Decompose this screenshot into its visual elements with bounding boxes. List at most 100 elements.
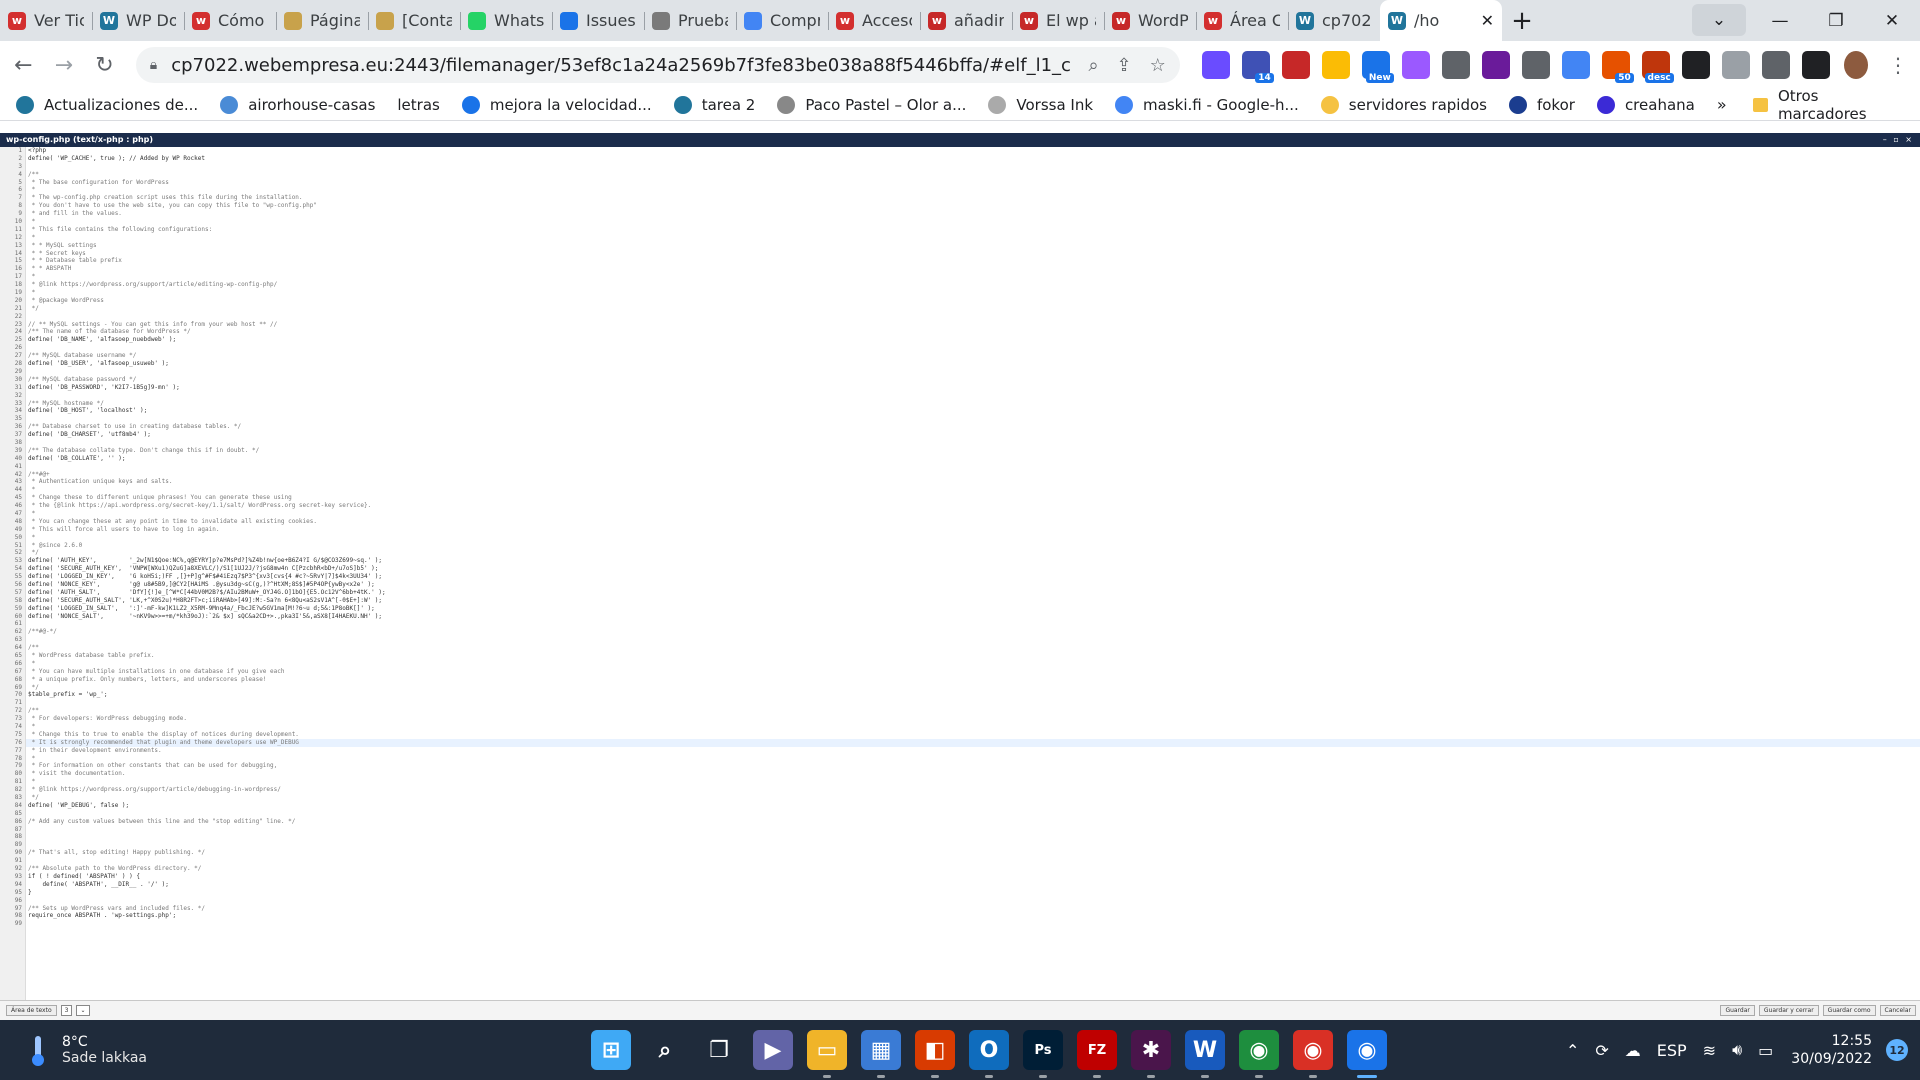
code-line[interactable]: 56 define( 'NONCE_KEY', 'g@ u8#5B9,]@CY2[… [15,581,1920,589]
tab-14[interactable]: Wcp7022 [1288,0,1380,41]
tab-6[interactable]: Issues [552,0,644,41]
code-line[interactable]: 46 * the {@link https://api.wordpress.or… [15,502,1920,510]
code-line[interactable]: 54 define( 'SECURE_AUTH_KEY', 'VNPW[WXu1)… [15,565,1920,573]
code-line[interactable]: 33 /** MySQL hostname */ [15,400,1920,408]
new-tab-button[interactable]: + [1502,0,1542,41]
document-icon[interactable] [1441,51,1470,79]
code-line[interactable]: 84 define( 'WP_DEBUG', false ); [15,802,1920,810]
profile-avatar[interactable] [1843,51,1868,79]
code-line[interactable]: 70 $table_prefix = 'wp_'; [15,691,1920,699]
restore-button[interactable]: ❐ [1808,0,1864,41]
editor-guardar-y-cerrar-button[interactable]: Guardar y cerrar [1758,1005,1819,1016]
code-line[interactable]: 66 * [15,660,1920,668]
text-area-mode-button[interactable]: Área de texto [6,1005,57,1016]
tab-2[interactable]: w Cómo a [184,0,276,41]
minimize-button[interactable]: — [1752,0,1808,41]
pen-icon[interactable] [1321,51,1350,79]
url-text[interactable]: cp7022.webempresa.eu:2443/filemanager/53… [171,55,1070,76]
code-line[interactable]: 48 * You can change these at any point i… [15,518,1920,526]
camera-icon[interactable] [1721,51,1750,79]
wand-icon[interactable] [1521,51,1550,79]
bookmark-item[interactable]: letras [397,96,439,114]
notification-badge[interactable]: 12 [1886,1039,1908,1061]
code-line[interactable]: 60 define( 'NONCE_SALT', '~nKV9w>>=+m/*kh… [15,613,1920,621]
tab-13[interactable]: w Área C [1196,0,1288,41]
code-line[interactable]: 67 * You can have multiple installations… [15,668,1920,676]
code-line[interactable]: 57 define( 'AUTH_SALT', 'DfY]{!]e_[^W*C[4… [15,589,1920,597]
sync-icon[interactable]: ⟳ [1595,1041,1608,1060]
code-line[interactable]: 99 [15,920,1920,928]
code-line[interactable]: 18 * @link https://wordpress.org/support… [15,281,1920,289]
code-line[interactable]: 17 * [15,273,1920,281]
seo-icon[interactable] [1281,51,1310,79]
code-line[interactable]: 91 [15,857,1920,865]
tab-search-button[interactable]: ⌄ [1692,4,1746,36]
code-line[interactable]: 73 * For developers: WordPress debugging… [15,715,1920,723]
code-line[interactable]: 86 /* Add any custom values between this … [15,818,1920,826]
editor-guardar-button[interactable]: Guardar [1720,1005,1755,1016]
code-line[interactable]: 50 * [15,534,1920,542]
code-area[interactable]: 1 <?php 2 define( 'WP_CACHE', true ); // Ad… [15,147,1920,1000]
tab-9[interactable]: w Acceso [828,0,920,41]
code-line[interactable]: 31 define( 'DB_PASSWORD', 'K2I7-1B5g]9-mn… [15,384,1920,392]
tab-15[interactable]: W/ho ✕ [1380,0,1502,41]
code-line[interactable]: 29 [15,368,1920,376]
code-line[interactable]: 11 * This file contains the following co… [15,226,1920,234]
gallery-icon[interactable] [1481,51,1510,79]
code-line[interactable]: 3 [18,163,1920,171]
photoshop-icon[interactable]: Ps [1023,1030,1063,1078]
reload-button[interactable]: ↻ [87,45,122,85]
volume-icon[interactable]: 🔊︎ [1732,1040,1742,1060]
code-line[interactable]: 87 [15,826,1920,834]
code-line[interactable]: 96 [15,897,1920,905]
code-line[interactable]: 30 /** MySQL database password */ [15,376,1920,384]
bookmark-star-icon[interactable]: ☆ [1150,55,1166,76]
code-line[interactable]: 40 define( 'DB_COLLATE', '' ); [15,455,1920,463]
code-line[interactable]: 42 /**#@+ [15,471,1920,479]
bookmark-item[interactable]: creahana [1596,95,1695,114]
puzzle-icon[interactable] [1761,51,1790,79]
editor-cancelar-button[interactable]: Cancelar [1879,1005,1916,1016]
cloud-icon[interactable]: ☁ [1625,1041,1641,1060]
font-size-select[interactable]: 3 [60,1005,73,1016]
code-line[interactable]: 53 define( 'AUTH_KEY', '_2w[N1$Qoe:NC%,q@… [15,557,1920,565]
code-line[interactable]: 16 * * ABSPATH [15,265,1920,273]
code-line[interactable]: 58 define( 'SECURE_AUTH_SALT', 'LK,+^X0S2… [15,597,1920,605]
other-bookmarks-folder[interactable]: Otros marcadores [1752,87,1906,123]
bookmark-item[interactable]: Vorssa Ink [988,95,1093,114]
code-line[interactable]: 20 * @package WordPress [15,297,1920,305]
code-line[interactable]: 69 */ [15,684,1920,692]
bookmark-item[interactable]: airorhouse-casas [220,95,375,114]
code-line[interactable]: 62 /**#@-*/ [15,628,1920,636]
tab-7[interactable]: Prueba [644,0,736,41]
code-line[interactable]: 76 * It is strongly recommended that plu… [15,738,1920,747]
bookmark-item[interactable]: servidores rapidos [1320,95,1487,114]
language-indicator[interactable]: ESP [1657,1041,1687,1060]
filezilla-icon[interactable]: FZ [1077,1030,1117,1078]
code-line[interactable]: 12 * [15,234,1920,242]
clock[interactable]: 12:55 30/09/2022 [1791,1032,1872,1068]
code-line[interactable]: 24 /** The name of the database for WordP… [15,328,1920,336]
code-line[interactable]: 26 [15,344,1920,352]
code-line[interactable]: 32 [15,392,1920,400]
code-line[interactable]: 63 [15,636,1920,644]
function-icon[interactable] [1681,51,1710,79]
editor-guardar-como-button[interactable]: Guardar como [1822,1005,1876,1016]
word-icon[interactable]: W [1185,1030,1225,1078]
code-line[interactable]: 88 [15,833,1920,841]
code-line[interactable]: 81 * [15,778,1920,786]
code-line[interactable]: 85 [15,810,1920,818]
code-line[interactable]: 94 define( 'ABSPATH', __DIR__ . '/' ); [15,881,1920,889]
code-line[interactable]: 1 <?php [18,147,1920,155]
office-icon[interactable]: ◧ [915,1030,955,1078]
so-icon[interactable]: 50 [1601,51,1634,83]
chrome-profile-icon[interactable]: ◉ [1293,1030,1333,1078]
code-line[interactable]: 4 /** [18,171,1920,179]
code-line[interactable]: 59 define( 'LOGGED_IN_SALT', ':]'-mF-kw]K… [15,605,1920,613]
tab-11[interactable]: w El wp a [1012,0,1104,41]
back-button[interactable]: ← [6,45,41,85]
zoom-icon[interactable]: ⌕ [1088,55,1098,76]
code-line[interactable]: 74 * [15,723,1920,731]
code-line[interactable]: 9 * and fill in the values. [18,210,1920,218]
share-icon[interactable]: ⇪ [1117,55,1132,76]
